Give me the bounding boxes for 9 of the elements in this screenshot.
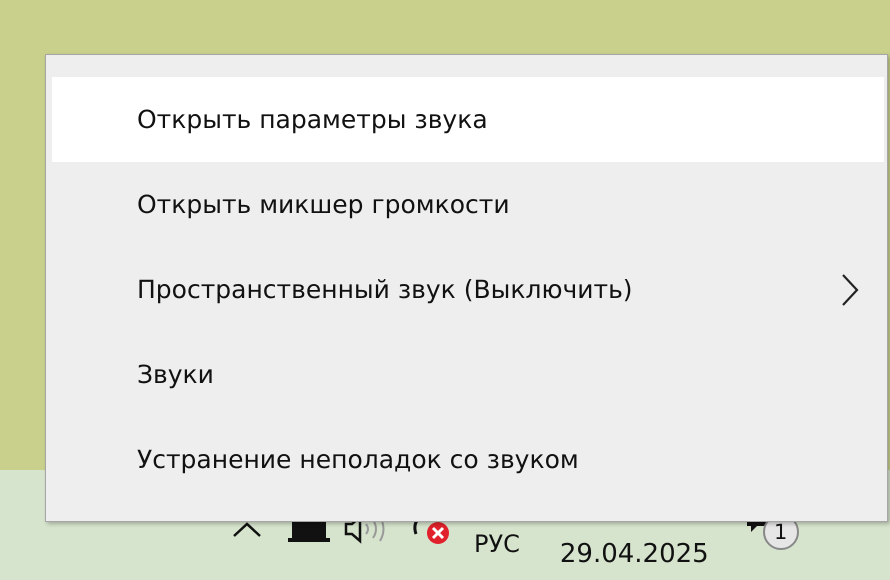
- menu-item[interactable]: Открыть параметры звука: [52, 77, 884, 162]
- language-indicator[interactable]: РУС: [474, 530, 520, 558]
- date-text[interactable]: 29.04.2025: [560, 539, 709, 569]
- menu-item[interactable]: Пространственный звук (Выключить): [52, 247, 884, 332]
- menu-item[interactable]: Устранение неполадок со звуком: [52, 417, 884, 502]
- chevron-right-icon: [840, 272, 860, 306]
- chevron-up-icon[interactable]: [232, 521, 262, 537]
- menu-item[interactable]: Открыть микшер громкости: [52, 162, 884, 247]
- menu-item[interactable]: Звуки: [52, 332, 884, 417]
